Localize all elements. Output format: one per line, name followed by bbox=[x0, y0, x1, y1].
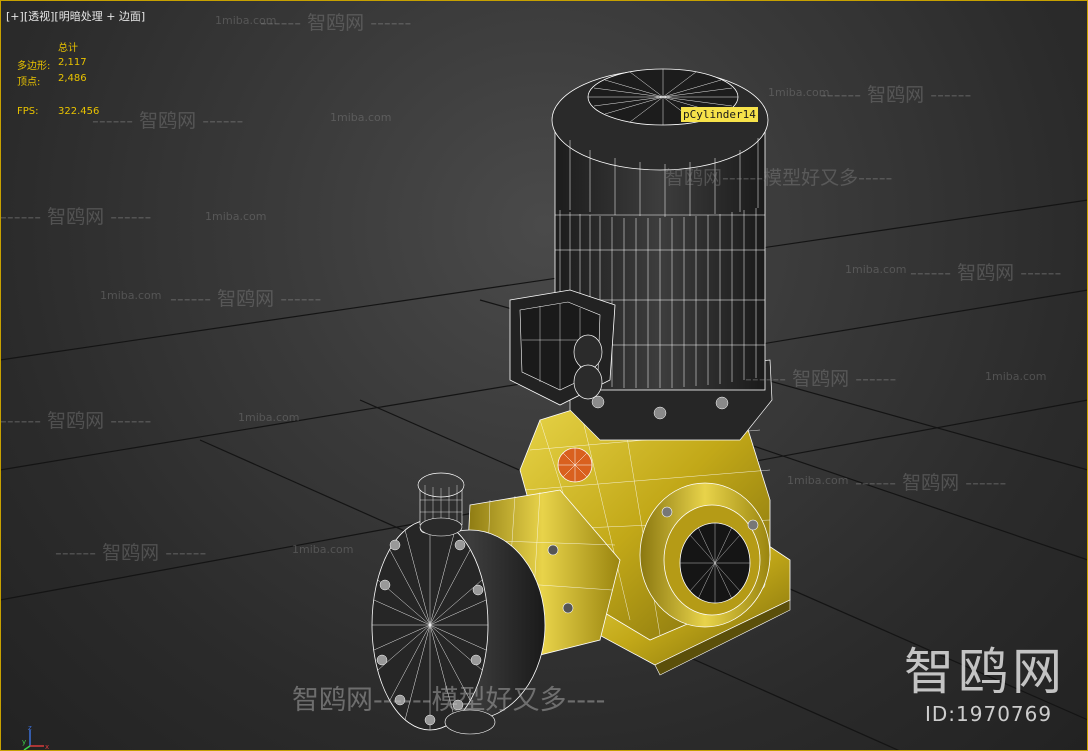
stats-total-label: 总计 bbox=[58, 43, 78, 54]
watermark-text: ------ 智鸥网 ------ bbox=[855, 472, 1007, 494]
watermark-site: 1miba.com bbox=[845, 263, 907, 276]
watermark-site: 1miba.com bbox=[787, 474, 849, 487]
axis-x-label: x bbox=[45, 743, 49, 751]
watermark-site: 1miba.com bbox=[330, 111, 392, 124]
watermark-text: ------ 智鸥网 ------ bbox=[170, 288, 322, 310]
watermark-text: ------ 智鸥网 ------ bbox=[92, 110, 244, 132]
watermark-text: ------ 智鸥网 ------ bbox=[0, 410, 152, 432]
watermark-text: ------ 智鸥网 ------ bbox=[910, 262, 1062, 284]
watermark-text: ------ 智鸥网 ------ bbox=[260, 12, 412, 34]
stats-vertices-label: 顶点: bbox=[17, 77, 41, 88]
watermark-site: 1miba.com bbox=[215, 14, 277, 27]
axis-z-label: z bbox=[28, 724, 32, 732]
stats-fps-value: 322.456 bbox=[58, 106, 100, 117]
valve-knob bbox=[417, 472, 465, 537]
viewport-label: [+][透视][明暗处理 + 边面] bbox=[6, 8, 145, 24]
terminal-box bbox=[509, 289, 616, 406]
shading-mode-button[interactable]: [明暗处理 + 边面] bbox=[54, 10, 145, 23]
stats-fps-label: FPS: bbox=[17, 106, 39, 117]
perspective-viewport[interactable]: ------ 智鸥网 ------ 1miba.com ------ 智鸥网 -… bbox=[0, 0, 1088, 751]
watermark-site: 1miba.com bbox=[205, 210, 267, 223]
watermark-bottom: 智鸥网------模型好又多---- bbox=[292, 685, 606, 716]
brand-logo: 智鸥网 bbox=[904, 643, 1066, 701]
watermark-text: 智鸥网------模型好又多----- bbox=[665, 167, 893, 189]
watermark-text: ------ 智鸥网 ------ bbox=[745, 368, 897, 390]
viewport-menu-button[interactable]: [+] bbox=[6, 10, 24, 23]
watermark-site: 1miba.com bbox=[768, 86, 830, 99]
watermark-site: 1miba.com bbox=[985, 370, 1047, 383]
axis-y-label: y bbox=[22, 738, 26, 746]
model-id: ID:1970769 bbox=[925, 702, 1053, 726]
watermark-site: 1miba.com bbox=[238, 411, 300, 424]
stats-polygons-value: 2,117 bbox=[58, 57, 87, 68]
stats-polygons-label: 多边形: bbox=[17, 61, 51, 72]
axis-gizmo-icon: z x y bbox=[22, 724, 49, 751]
selected-object-label: pCylinder14 bbox=[681, 107, 758, 122]
watermark-site: 1miba.com bbox=[292, 543, 354, 556]
watermark-text: ------ 智鸥网 ------ bbox=[55, 542, 207, 564]
watermark-text: ------ 智鸥网 ------ bbox=[820, 84, 972, 106]
view-mode-button[interactable]: [透视] bbox=[24, 10, 55, 23]
watermark-site: 1miba.com bbox=[100, 289, 162, 302]
stats-vertices-value: 2,486 bbox=[58, 73, 87, 84]
watermark-text: ------ 智鸥网 ------ bbox=[0, 206, 152, 228]
